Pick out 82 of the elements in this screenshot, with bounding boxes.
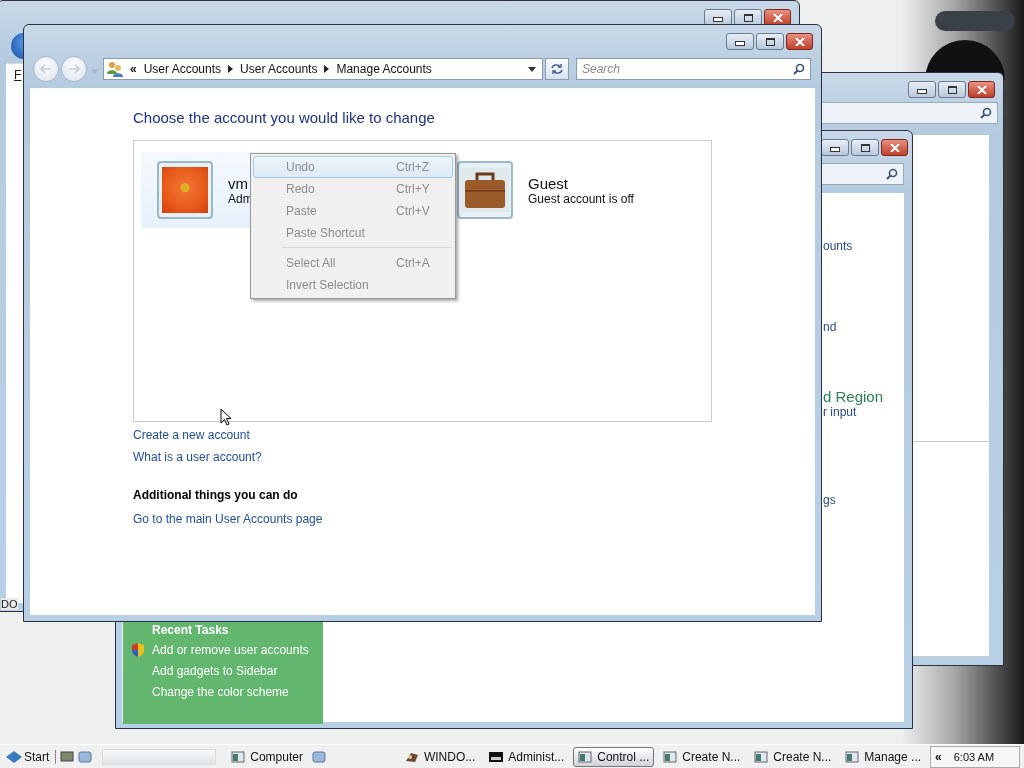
task-link[interactable]: What is a user account? — [133, 450, 262, 464]
menu-item[interactable]: F — [14, 68, 22, 82]
briefcase-icon — [461, 168, 509, 212]
close-icon — [772, 13, 783, 22]
show-hidden-icons-button[interactable]: « — [935, 749, 942, 764]
close-icon — [976, 85, 987, 94]
window-switch-icon[interactable] — [311, 750, 326, 763]
breadcrumb-item[interactable]: User Accounts — [240, 62, 318, 76]
photo-placeholder — [162, 167, 208, 213]
window-icon — [663, 750, 678, 763]
desktop-icon-label: DO — [1, 598, 18, 610]
minimize-button[interactable] — [821, 139, 849, 156]
window-icon — [231, 750, 246, 763]
recent-tasks-title: Recent Tasks — [151, 623, 230, 637]
maximize-button[interactable] — [756, 33, 784, 50]
mouse-pointer-icon — [220, 408, 232, 426]
window-icon — [845, 750, 860, 763]
search-icon — [886, 168, 898, 180]
minimize-icon — [830, 147, 840, 152]
address-bar[interactable]: « User Accounts User Accounts Manage Accounts — [103, 58, 543, 80]
minimize-icon — [917, 89, 927, 94]
taskbar-button[interactable]: Administ... — [484, 746, 570, 767]
taskbar-button[interactable]: WINDO... — [399, 746, 481, 767]
window-icon — [578, 750, 593, 763]
control-panel-text[interactable]: gs — [823, 493, 884, 507]
clock-text[interactable]: 6:03 AM — [953, 750, 995, 763]
close-icon — [794, 37, 805, 46]
maximize-icon — [860, 143, 870, 152]
control-panel-text: d Region — [823, 388, 884, 405]
control-panel-text[interactable]: nd — [823, 320, 884, 334]
close-button[interactable] — [881, 139, 908, 156]
start-button[interactable]: Start — [6, 749, 57, 764]
start-logo-icon — [6, 750, 22, 763]
window-icon — [754, 750, 769, 763]
breadcrumb-item[interactable]: User Accounts — [143, 62, 222, 76]
window-switch-icon[interactable] — [78, 750, 93, 763]
account-name: vm — [228, 174, 249, 192]
users-icon — [107, 61, 123, 77]
close-button[interactable] — [786, 33, 813, 50]
app-icon — [404, 750, 419, 763]
account-name: Guest — [528, 174, 570, 192]
back-button[interactable] — [11, 33, 23, 59]
maximize-icon — [743, 13, 753, 22]
breadcrumb-arrow-icon[interactable] — [324, 65, 330, 73]
maximize-button[interactable] — [851, 139, 879, 156]
refresh-icon — [550, 63, 564, 75]
minimize-button[interactable] — [908, 81, 936, 98]
search-icon[interactable] — [793, 63, 805, 75]
control-panel-text[interactable]: ounts — [823, 239, 884, 253]
close-button[interactable] — [968, 81, 995, 98]
search-field[interactable] — [822, 102, 998, 124]
control-panel-text[interactable]: r input — [823, 405, 884, 419]
back-arrow-icon — [40, 64, 52, 74]
section-title: Additional things you can do — [133, 488, 298, 502]
taskbar-button[interactable]: Create N... — [749, 746, 837, 767]
taskbar-button[interactable]: Manage ... — [840, 746, 927, 767]
close-icon — [889, 143, 900, 152]
search-field[interactable]: Search — [576, 58, 811, 80]
account-type: Guest account is off — [528, 191, 634, 206]
command-prompt-icon — [489, 750, 504, 763]
maximize-button[interactable] — [938, 81, 966, 98]
search-field[interactable] — [822, 163, 904, 185]
task-link[interactable]: Create a new account — [133, 428, 262, 442]
taskbar-button[interactable]: Control ... — [573, 746, 655, 767]
taskbar-button[interactable]: Create N... — [658, 746, 746, 767]
breadcrumb-item[interactable]: Manage Accounts — [336, 62, 432, 76]
account-tile[interactable]: Guest Guest account is off — [457, 152, 697, 228]
forward-arrow-icon — [68, 64, 80, 74]
refresh-button[interactable] — [545, 58, 569, 80]
taskbar-button[interactable]: Computer — [226, 746, 308, 767]
search-icon — [980, 107, 992, 119]
minimize-icon — [735, 41, 745, 46]
breadcrumb-arrow-icon[interactable] — [228, 65, 234, 73]
shield-icon — [131, 642, 145, 658]
breadcrumb-overflow[interactable]: « — [130, 62, 137, 76]
minimize-button[interactable] — [726, 33, 754, 50]
page-heading: Choose the account you would like to change — [133, 109, 435, 126]
desktop-icon[interactable] — [60, 750, 75, 763]
maximize-icon — [765, 37, 775, 46]
maximize-icon — [947, 85, 957, 94]
minimize-icon — [713, 17, 723, 22]
task-link[interactable]: Go to the main User Accounts page — [133, 512, 323, 526]
